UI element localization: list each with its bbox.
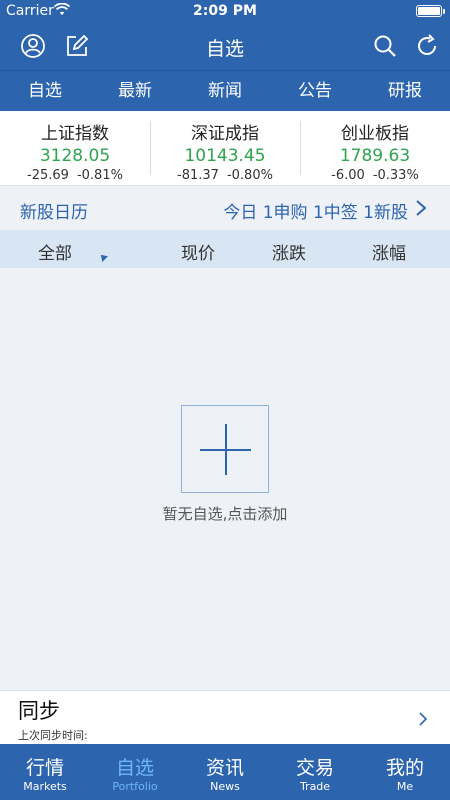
index-name: 深证成指 — [191, 124, 259, 144]
refresh-icon[interactable] — [414, 33, 440, 59]
ipo-calendar-label: 新股日历 — [20, 203, 88, 223]
tabbar-label: 自选 — [115, 757, 154, 779]
index-change: -6.00 — [331, 168, 365, 183]
tab-portfolio[interactable]: 自选 — [0, 71, 90, 111]
navigation-bar: 自选 — [0, 22, 450, 70]
sync-title: 同步 — [18, 699, 60, 723]
index-price: 10143.45 — [184, 146, 266, 166]
index-change: -25.69 — [27, 168, 69, 183]
index-chinext[interactable]: 创业板指 1789.63 -6.00 -0.33% — [300, 111, 450, 185]
ipo-summary: 今日 1申购 1中签 1新股 — [223, 203, 408, 223]
ipo-calendar-row[interactable]: 新股日历 今日 1申购 1中签 1新股 — [0, 186, 450, 230]
index-name: 上证指数 — [41, 124, 109, 144]
tabbar-trade[interactable]: 交易 Trade — [270, 744, 360, 800]
tabbar-label: 我的 — [385, 757, 424, 779]
chevron-right-icon — [418, 711, 428, 726]
index-shanghai[interactable]: 上证指数 3128.05 -25.69 -0.81% — [0, 111, 150, 185]
index-change-row: -81.37 -0.80% — [150, 168, 300, 183]
search-icon[interactable] — [372, 33, 398, 59]
index-percent: -0.33% — [372, 168, 419, 183]
index-percent: -0.80% — [226, 168, 273, 183]
column-all-filter[interactable]: 全部 — [38, 239, 72, 264]
tabbar-markets[interactable]: 行情 Markets — [0, 744, 90, 800]
add-stock-button[interactable] — [181, 405, 269, 493]
tabbar-sublabel: News — [210, 780, 240, 793]
battery-icon — [416, 5, 445, 17]
column-price[interactable]: 现价 — [181, 239, 215, 264]
empty-watchlist-text[interactable]: 暂无自选,点击添加 — [0, 503, 450, 524]
tab-research[interactable]: 研报 — [360, 71, 450, 111]
clock: 2:09 PM — [193, 3, 257, 19]
index-price: 3128.05 — [39, 146, 111, 166]
index-price: 1789.63 — [339, 146, 411, 166]
tabbar-news[interactable]: 资讯 News — [180, 744, 270, 800]
tab-latest[interactable]: 最新 — [90, 71, 180, 111]
last-sync-time: 上次同步时间: — [18, 729, 88, 742]
tabbar-sublabel: Portfolio — [112, 780, 158, 793]
tabbar-label: 资讯 — [205, 757, 244, 779]
tab-announcements[interactable]: 公告 — [270, 71, 360, 111]
watchlist-column-header: 全部 现价 涨跌 涨幅 — [0, 230, 450, 268]
bottom-tab-bar: 行情 Markets 自选 Portfolio 资讯 News 交易 Trade… — [0, 744, 450, 800]
chevron-right-icon — [414, 200, 428, 216]
tabbar-label: 交易 — [295, 757, 334, 779]
tabbar-me[interactable]: 我的 Me — [360, 744, 450, 800]
index-change-row: -25.69 -0.81% — [0, 168, 150, 183]
index-change: -81.37 — [177, 168, 219, 183]
tabbar-sublabel: Me — [396, 780, 414, 793]
tabbar-label: 行情 — [25, 757, 64, 779]
index-percent: -0.81% — [76, 168, 123, 183]
index-name: 创业板指 — [341, 124, 409, 144]
dropdown-triangle-icon[interactable] — [98, 252, 108, 262]
index-shenzhen[interactable]: 深证成指 10143.45 -81.37 -0.80% — [150, 111, 300, 185]
column-percent[interactable]: 涨幅 — [372, 239, 406, 264]
status-bar: Carrier 2:09 PM — [0, 0, 450, 22]
column-change[interactable]: 涨跌 — [272, 239, 306, 264]
index-change-row: -6.00 -0.33% — [300, 168, 450, 183]
sync-row[interactable]: 同步 上次同步时间: — [0, 690, 450, 744]
tabbar-sublabel: Trade — [299, 780, 331, 793]
tabbar-sublabel: Markets — [23, 780, 67, 793]
index-strip: 上证指数 3128.05 -25.69 -0.81% 深证成指 10143.45 … — [0, 111, 450, 186]
tabbar-portfolio[interactable]: 自选 Portfolio — [90, 744, 180, 800]
tab-news[interactable]: 新闻 — [180, 71, 270, 111]
section-tabs: 自选 最新 新闻 公告 研报 — [0, 70, 450, 111]
